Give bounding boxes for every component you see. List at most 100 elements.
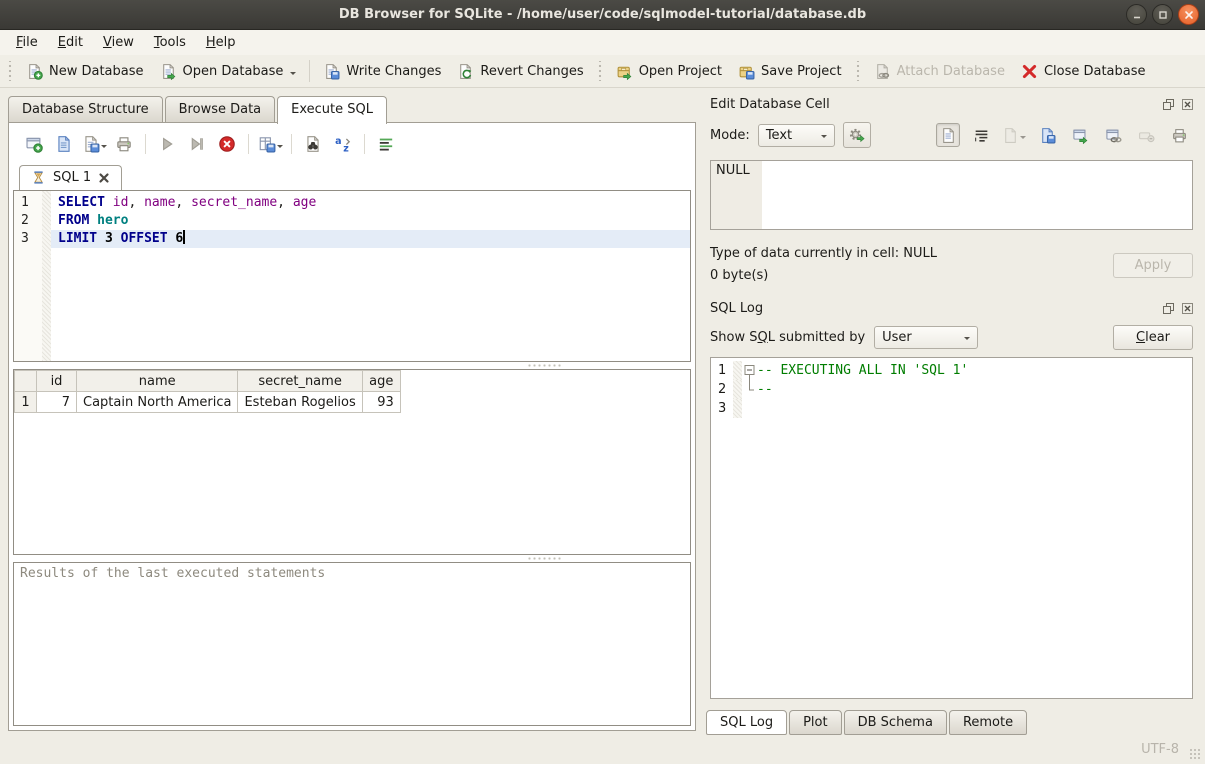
code-line-1[interactable]: SELECT id, name, secret_name, age bbox=[51, 194, 690, 212]
fold-marker[interactable] bbox=[742, 380, 757, 399]
sql-token bbox=[89, 213, 97, 228]
tab-execute-sql[interactable]: Execute SQL bbox=[277, 96, 387, 124]
set-as-link-icon bbox=[1105, 127, 1122, 144]
close-db-icon bbox=[1021, 63, 1038, 80]
import-data-button[interactable] bbox=[1002, 123, 1026, 147]
sql-log-view[interactable]: 1-- EXECUTING ALL IN 'SQL 1'2--3 bbox=[710, 357, 1193, 699]
save-sql-file-button[interactable] bbox=[81, 131, 107, 157]
dock-tab-sql-log[interactable]: SQL Log bbox=[706, 710, 787, 735]
dock-tab-db-schema[interactable]: DB Schema bbox=[844, 710, 947, 735]
menu-view[interactable]: View bbox=[93, 32, 144, 53]
table-row: 17Captain North AmericaEsteban Rogelios9… bbox=[15, 392, 401, 413]
table-cell[interactable]: 7 bbox=[37, 392, 77, 413]
close-database-button[interactable]: Close Database bbox=[1013, 59, 1154, 84]
close-panel-icon[interactable] bbox=[1179, 300, 1195, 316]
table-cell[interactable]: Esteban Rogelios bbox=[238, 392, 362, 413]
format-sql-button[interactable] bbox=[373, 131, 399, 157]
open-sql-file-button[interactable] bbox=[51, 131, 77, 157]
print-cell-button[interactable] bbox=[1167, 123, 1191, 147]
results-message[interactable]: Results of the last executed statements bbox=[13, 562, 691, 726]
cell-editor-text-area[interactable] bbox=[762, 161, 1192, 229]
word-wrap-button[interactable] bbox=[969, 123, 993, 147]
attach-database-button[interactable]: Attach Database bbox=[866, 59, 1013, 84]
minimize-icon[interactable] bbox=[1126, 4, 1147, 25]
left-pane: Database StructureBrowse DataExecute SQL… bbox=[0, 88, 704, 735]
stop-icon bbox=[218, 135, 236, 153]
print-sql-button[interactable] bbox=[111, 131, 137, 157]
open-in-external-button[interactable] bbox=[1068, 123, 1092, 147]
row-header-cell[interactable]: 1 bbox=[15, 392, 37, 413]
text-mode-button[interactable] bbox=[936, 123, 960, 147]
close-panel-icon[interactable] bbox=[1179, 96, 1195, 112]
code-line-3[interactable]: LIMIT 3 OFFSET 6 bbox=[51, 230, 690, 248]
menu-edit[interactable]: Edit bbox=[48, 32, 93, 53]
new-sql-tab-button[interactable] bbox=[21, 131, 47, 157]
menu-help[interactable]: Help bbox=[196, 32, 246, 53]
sql-token: 3 bbox=[105, 231, 113, 246]
titlebar[interactable]: DB Browser for SQLite - /home/user/code/… bbox=[0, 0, 1205, 30]
fold-marker[interactable] bbox=[742, 399, 757, 418]
clear-log-button[interactable]: Clear bbox=[1113, 325, 1193, 350]
toolbar-handle[interactable] bbox=[855, 61, 861, 81]
write-changes-label: Write Changes bbox=[346, 64, 441, 79]
export-data-button[interactable] bbox=[1035, 123, 1059, 147]
set-as-link-button[interactable] bbox=[1101, 123, 1125, 147]
execute-current-line-button[interactable] bbox=[184, 131, 210, 157]
sql-editor[interactable]: 123 SELECT id, name, secret_name, ageFRO… bbox=[13, 190, 691, 362]
find-icon bbox=[304, 135, 322, 153]
revert-changes-button[interactable]: Revert Changes bbox=[449, 59, 591, 84]
sql-tab-label: SQL 1 bbox=[53, 170, 91, 185]
toolbar-handle[interactable] bbox=[597, 61, 603, 81]
find-replace-button[interactable] bbox=[300, 131, 326, 157]
resize-grip[interactable] bbox=[1189, 748, 1201, 760]
editor-code[interactable]: SELECT id, name, secret_name, ageFROM he… bbox=[51, 191, 690, 361]
code-line-2[interactable]: FROM hero bbox=[51, 212, 690, 230]
close-tab-icon[interactable] bbox=[98, 172, 110, 184]
main-content: Database StructureBrowse DataExecute SQL… bbox=[0, 88, 1205, 735]
log-filter-select[interactable]: User bbox=[874, 326, 978, 349]
menu-tools[interactable]: Tools bbox=[144, 32, 196, 53]
column-header-id[interactable]: id bbox=[37, 371, 77, 392]
dropdown-caret-icon[interactable] bbox=[277, 145, 283, 151]
maximize-icon[interactable] bbox=[1152, 4, 1173, 25]
close-icon[interactable] bbox=[1178, 4, 1199, 25]
save-results-button[interactable] bbox=[257, 131, 283, 157]
auto-complete-button[interactable]: az bbox=[330, 131, 356, 157]
auto-switch-mode-button[interactable] bbox=[843, 122, 871, 148]
stop-execution-button[interactable] bbox=[214, 131, 240, 157]
open-project-button[interactable]: Open Project bbox=[608, 59, 730, 84]
sql-token bbox=[97, 231, 105, 246]
cell-editor[interactable]: NULL bbox=[710, 160, 1193, 230]
sql-tab[interactable]: SQL 1 bbox=[19, 165, 122, 191]
new-database-button[interactable]: New Database bbox=[18, 59, 152, 84]
float-panel-icon[interactable] bbox=[1160, 300, 1176, 316]
splitter-editor-grid[interactable] bbox=[13, 362, 691, 369]
column-header-age[interactable]: age bbox=[362, 371, 400, 392]
results-message-text: Results of the last executed statements bbox=[20, 566, 325, 581]
dropdown-caret-icon[interactable] bbox=[290, 72, 296, 78]
corner-header-cell[interactable] bbox=[15, 371, 37, 392]
menu-file[interactable]: File bbox=[6, 32, 48, 53]
dock-tab-remote[interactable]: Remote bbox=[949, 710, 1027, 735]
tab-browse-data[interactable]: Browse Data bbox=[165, 96, 276, 122]
save-project-button[interactable]: Save Project bbox=[730, 59, 850, 84]
execute-all-button[interactable] bbox=[154, 131, 180, 157]
write-changes-button[interactable]: Write Changes bbox=[315, 59, 449, 84]
set-null-button[interactable] bbox=[1134, 123, 1158, 147]
open-database-button[interactable]: Open Database bbox=[152, 59, 305, 84]
dropdown-caret-icon[interactable] bbox=[101, 145, 107, 151]
fold-marker[interactable] bbox=[742, 361, 757, 380]
toolbar-handle[interactable] bbox=[7, 61, 13, 81]
column-header-name[interactable]: name bbox=[77, 371, 238, 392]
tab-database-structure[interactable]: Database Structure bbox=[8, 96, 163, 122]
table-cell[interactable]: 93 bbox=[362, 392, 400, 413]
results-grid[interactable]: idnamesecret_nameage17Captain North Amer… bbox=[13, 369, 691, 555]
apply-button[interactable]: Apply bbox=[1113, 253, 1193, 278]
table-cell[interactable]: Captain North America bbox=[77, 392, 238, 413]
float-panel-icon[interactable] bbox=[1160, 96, 1176, 112]
column-header-secret_name[interactable]: secret_name bbox=[238, 371, 362, 392]
chevron-down-icon bbox=[964, 337, 970, 343]
dock-tab-plot[interactable]: Plot bbox=[789, 710, 842, 735]
mode-select[interactable]: Text bbox=[758, 124, 835, 147]
splitter-grid-message[interactable] bbox=[13, 555, 691, 562]
